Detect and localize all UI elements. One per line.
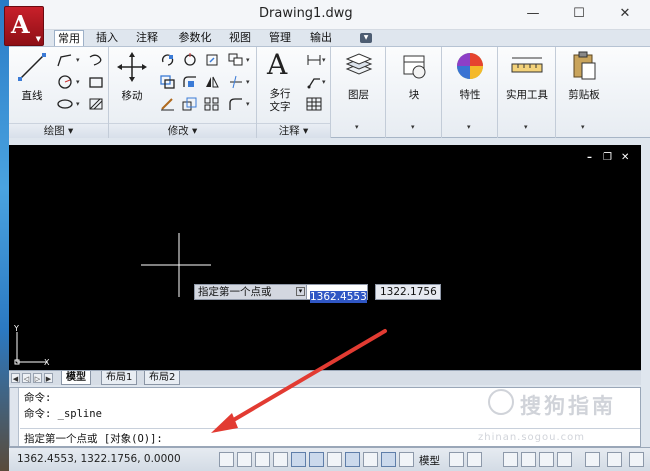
chevron-down-icon: ▼ [35, 35, 41, 43]
application-menu-button[interactable]: A ▼ [4, 6, 44, 46]
red-annotation-arrow [211, 329, 387, 433]
autocad-window: Drawing1.dwg — ☐ ✕ A ▼ 常用 插入 注释 参数化 视图 管… [0, 0, 650, 471]
autocad-logo-icon: A [11, 10, 30, 39]
